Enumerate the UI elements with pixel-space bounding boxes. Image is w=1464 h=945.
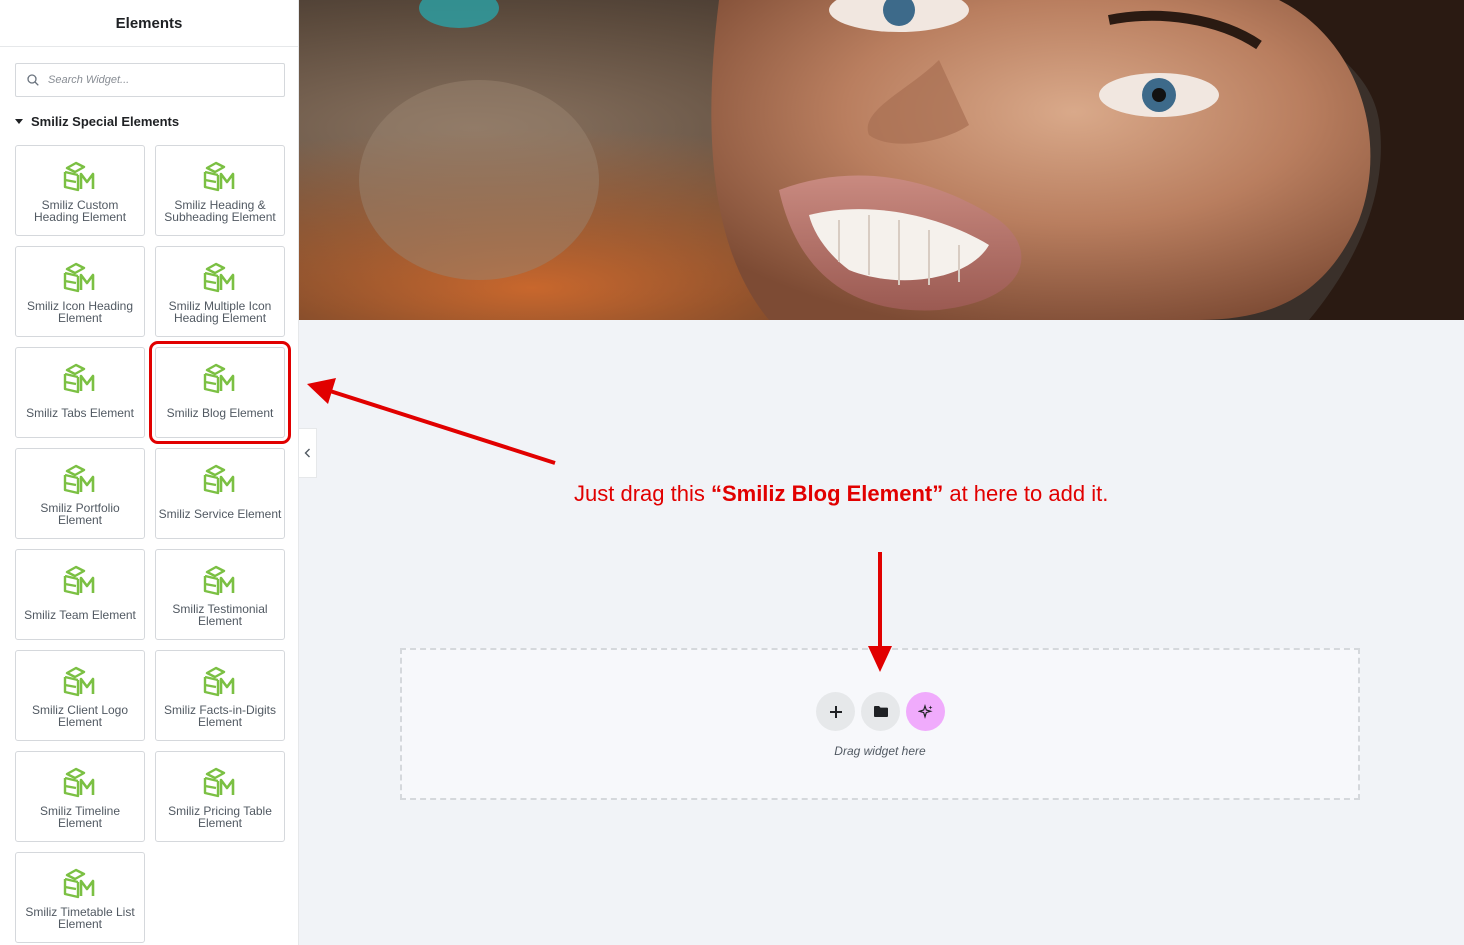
widget-tile[interactable]: Smiliz Timetable List Element [15,852,145,943]
drop-zone[interactable]: Drag widget here [400,648,1360,800]
category-toggle[interactable]: Smiliz Special Elements [15,112,179,130]
smiliz-logo-icon [203,767,235,798]
folder-icon [873,706,888,717]
widget-label: Smiliz Testimonial Element [172,601,268,628]
widget-label: Smiliz Service Element [158,506,282,521]
widget-label: Smiliz Icon Heading Element [26,298,134,325]
widget-label: Smiliz Tabs Element [26,405,134,420]
widget-tile[interactable]: Smiliz Heading & Subheading Element [155,145,285,236]
widget-label: Smiliz Blog Element [166,405,274,420]
widget-label: Smiliz Multiple Icon Heading Element [168,298,272,325]
widget-tile[interactable]: Smiliz Pricing Table Element [155,751,285,842]
smiling-woman-photo [299,0,1464,320]
widget-tile[interactable]: Smiliz Custom Heading Element [15,145,145,236]
widget-tile[interactable]: Smiliz Icon Heading Element [15,246,145,337]
collapse-panel-button[interactable] [299,428,317,478]
smiliz-logo-icon [63,363,95,394]
smiliz-logo-icon [203,666,235,697]
instruction-text: Just drag this “Smiliz Blog Element” at … [574,481,1108,507]
instruction-suffix: at here to add it. [943,481,1109,506]
arrow-to-blog-element [329,389,556,465]
widget-tile[interactable]: Smiliz Blog Element [149,341,291,444]
widget-label: Smiliz Heading & Subheading Element [164,197,276,224]
smiliz-logo-icon [203,161,235,192]
smiliz-logo-icon [203,464,235,495]
arrow-head-left [307,378,336,404]
elements-panel: Elements Smiliz Special Elements Smiliz … [0,0,299,945]
widget-grid: Smiliz Custom Heading Element Smiliz Hea… [15,145,291,943]
smiliz-logo-icon [63,262,95,293]
search-widget-field[interactable] [15,63,285,97]
widget-tile[interactable]: Smiliz Tabs Element [15,347,145,438]
ai-sparkle-icon [917,703,933,719]
widget-label: Smiliz Facts-in-Digits Element [163,702,276,729]
widget-label: Smiliz Timetable List Element [25,904,135,931]
smiliz-logo-icon [203,363,235,394]
hero-image [299,0,1464,320]
smiliz-logo-icon [203,565,235,596]
smiliz-logo-icon [203,262,235,293]
chevron-left-icon [304,448,310,458]
add-section-button[interactable] [816,692,855,731]
widget-tile[interactable]: Smiliz Service Element [155,448,285,539]
widget-label: Smiliz Timeline Element [39,803,120,830]
widget-tile[interactable]: Smiliz Facts-in-Digits Element [155,650,285,741]
widget-label: Smiliz Pricing Table Element [168,803,272,830]
search-icon [27,74,39,86]
widget-label: Smiliz Custom Heading Element [33,197,127,224]
widget-tile[interactable]: Smiliz Client Logo Element [15,650,145,741]
smiliz-logo-icon [63,565,95,596]
widget-tile[interactable]: Smiliz Testimonial Element [155,549,285,640]
plus-icon [829,705,842,718]
smiliz-logo-icon [63,767,95,798]
drop-zone-hint: Drag widget here [834,744,926,758]
add-template-button[interactable] [861,692,900,731]
caret-down-icon [15,118,23,124]
widget-tile[interactable]: Smiliz Timeline Element [15,751,145,842]
widget-tile[interactable]: Smiliz Portfolio Element [15,448,145,539]
smiliz-logo-icon [63,464,95,495]
category-title: Smiliz Special Elements [31,113,180,129]
widget-tile[interactable]: Smiliz Multiple Icon Heading Element [155,246,285,337]
widget-tile[interactable]: Smiliz Team Element [15,549,145,640]
widget-label: Smiliz Client Logo Element [31,702,129,729]
smiliz-logo-icon [63,161,95,192]
ai-generate-button[interactable] [906,692,945,731]
instruction-highlight: “Smiliz Blog Element” [710,481,944,506]
widget-label: Smiliz Portfolio Element [40,500,120,527]
smiliz-logo-icon [63,868,95,899]
instruction-prefix: Just drag this [574,481,711,506]
search-input[interactable] [46,73,270,87]
panel-title: Elements [0,0,298,47]
widget-label: Smiliz Team Element [24,607,136,622]
smiliz-logo-icon [63,666,95,697]
